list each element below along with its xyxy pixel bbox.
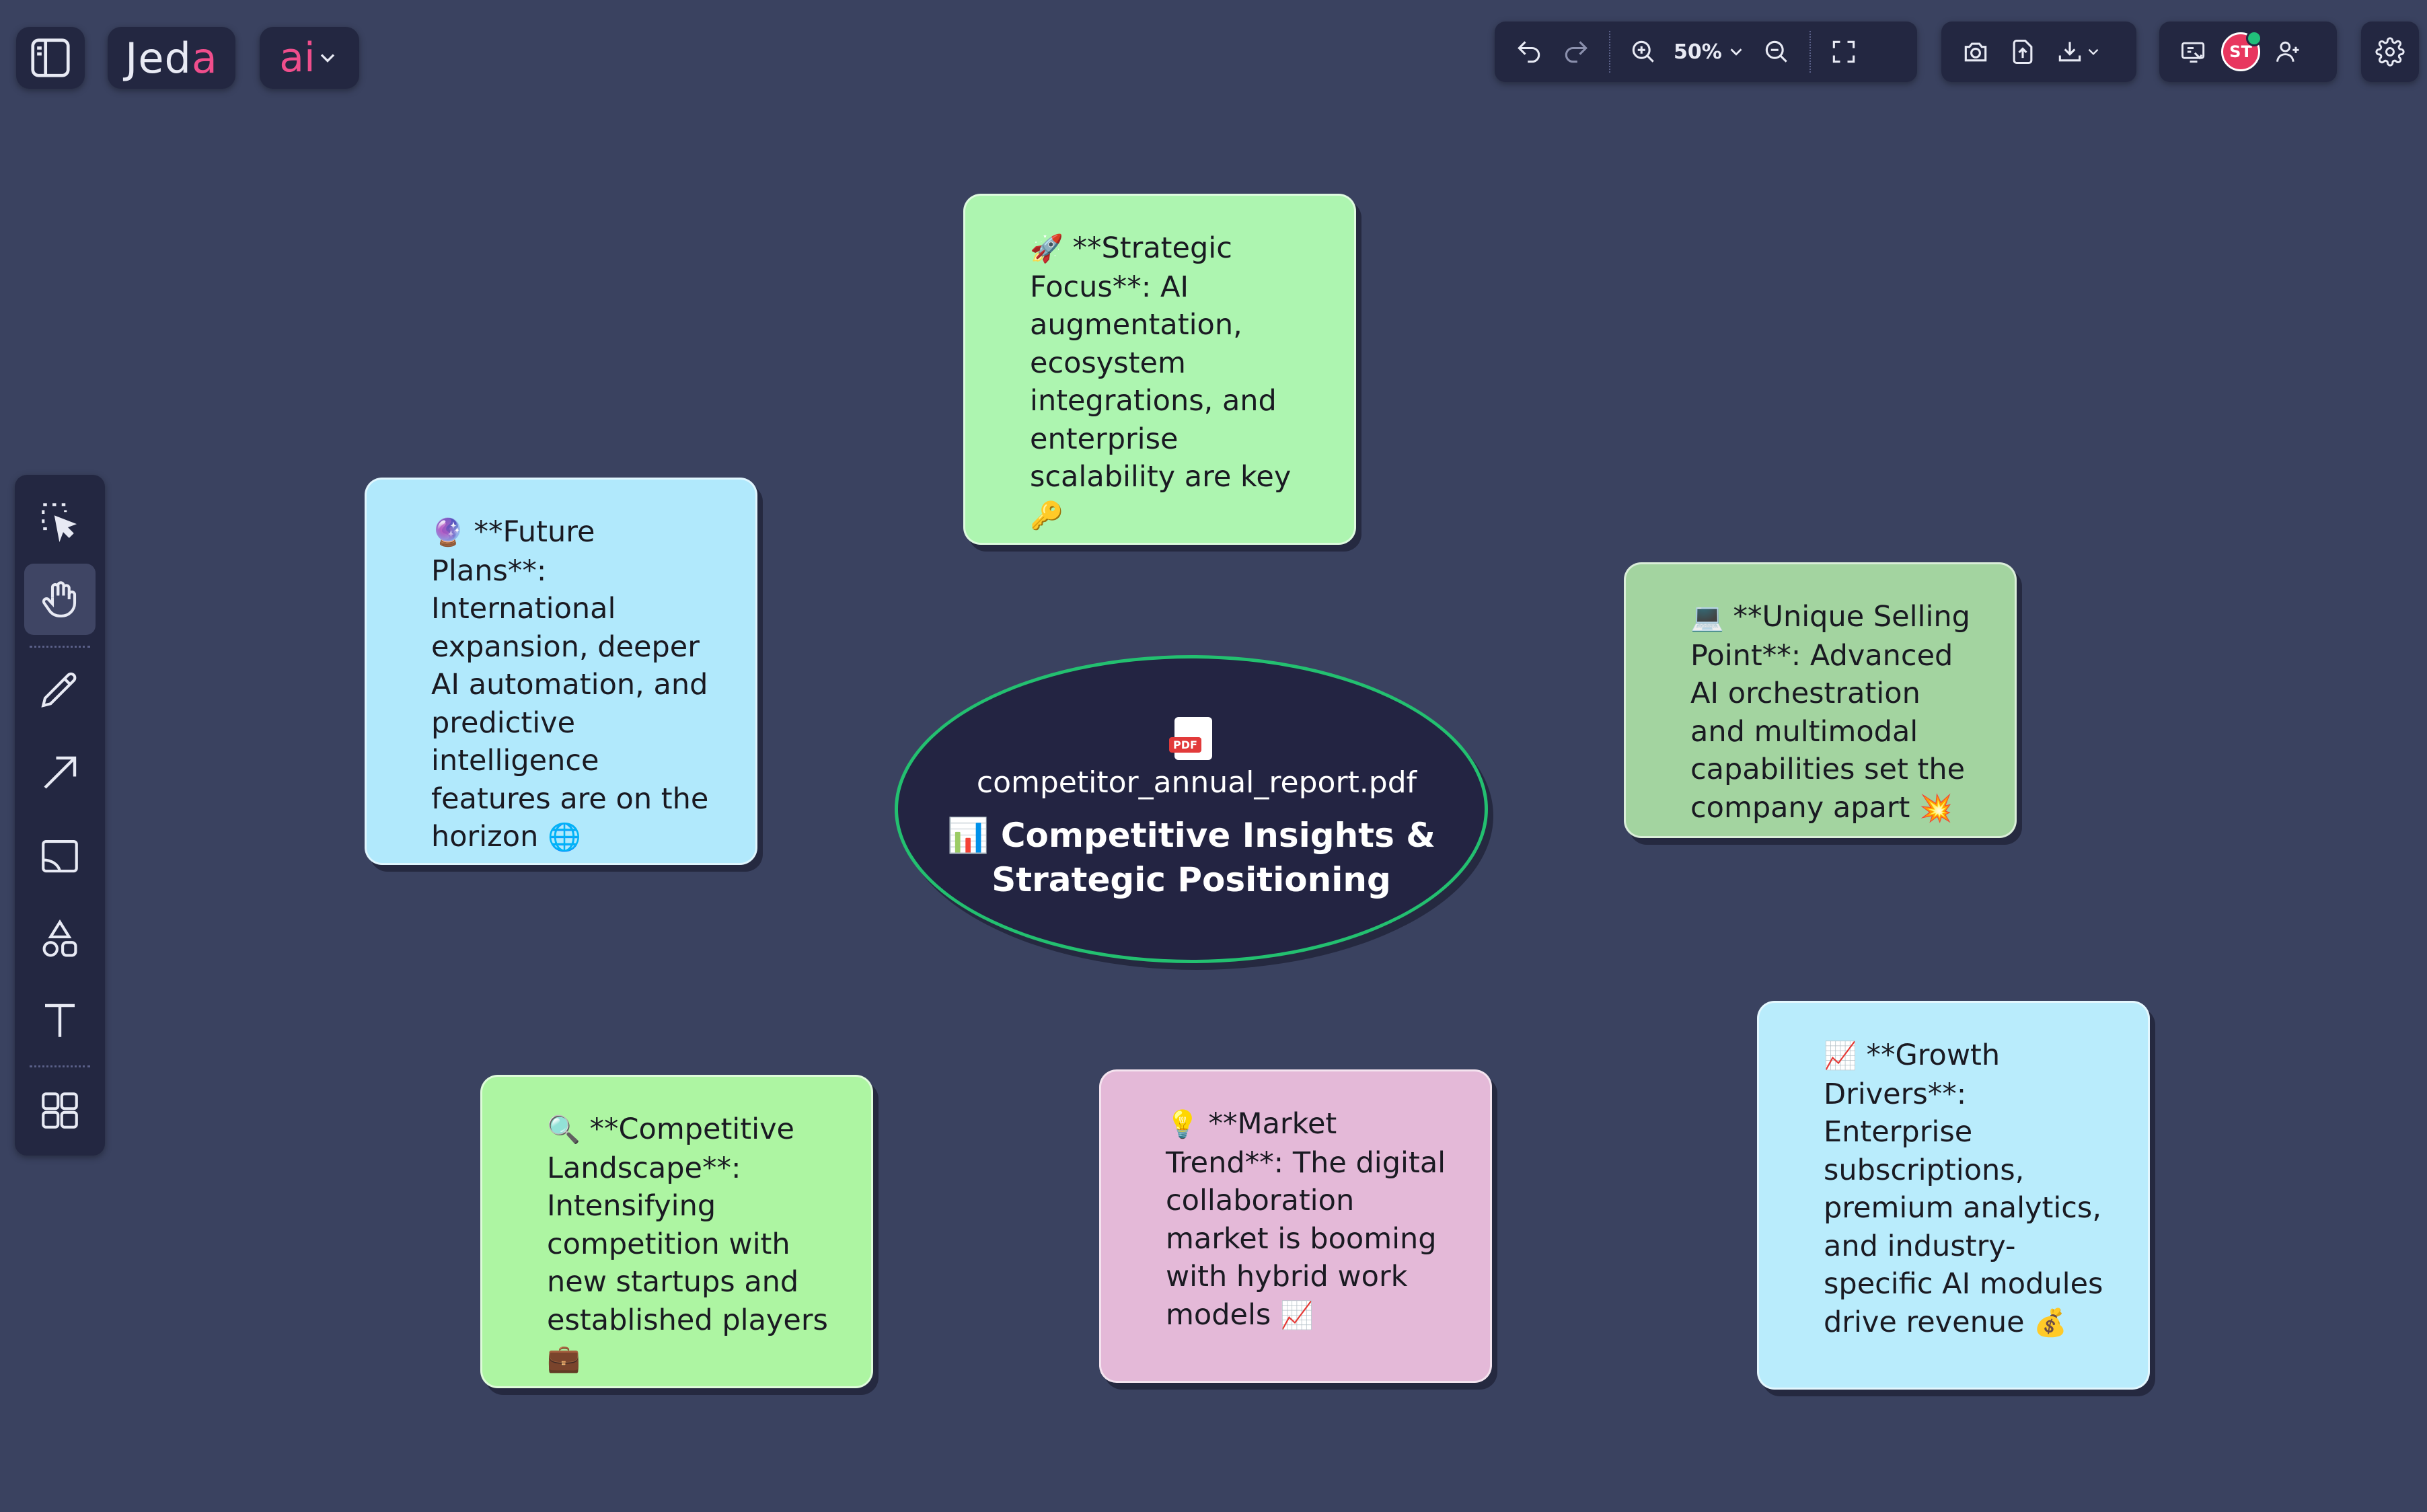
selection-cursor-icon <box>42 503 77 542</box>
mindmap-card-future-plans[interactable]: 🔮 **Future Plans**: International expans… <box>365 478 757 865</box>
mindmap-card-growth-drivers[interactable]: 📈 **Growth Drivers**: Enterprise subscri… <box>1757 1001 2150 1390</box>
chevron-down-icon <box>2088 48 2099 55</box>
upload-icon <box>2013 39 2033 65</box>
text-tool-button[interactable] <box>24 985 96 1056</box>
magnifier-icon: 🔍 <box>547 1114 581 1145</box>
chevron-down-icon <box>320 54 334 63</box>
source-file-name: competitor_annual_report.pdf <box>976 765 1417 800</box>
pan-tool-button[interactable] <box>24 564 96 635</box>
zoom-level: 50% <box>1674 40 1722 64</box>
mindmap-card-competitive-landscape[interactable]: 🔍 **Competitive Landscape**: Intensifyin… <box>480 1075 873 1388</box>
laptop-icon: 💻 <box>1690 602 1724 633</box>
grid-icon <box>42 1092 78 1129</box>
text-icon <box>45 1004 75 1037</box>
sidebar-icon <box>31 38 70 77</box>
undo-icon <box>1518 41 1540 63</box>
collaboration-toolbar: ST <box>2159 22 2337 82</box>
mindmap-central-node[interactable]: PDF competitor_annual_report.pdf 📊 Compe… <box>895 655 1488 963</box>
money-bag-icon: 💰 <box>2033 1307 2068 1338</box>
crystal-ball-icon: 🔮 <box>431 517 465 548</box>
mindmap-card-unique-selling-point[interactable]: 💻 **Unique Selling Point**: Advanced AI … <box>1624 562 2017 838</box>
hand-icon <box>42 581 77 617</box>
toolbar-divider <box>1809 31 1811 73</box>
user-avatar-button[interactable]: ST <box>2217 28 2264 75</box>
pencil-icon <box>41 672 77 708</box>
mindmap-card-market-trend[interactable]: 💡 **Market Trend**: The digital collabor… <box>1099 1069 1492 1383</box>
sidebar-toggle-button[interactable] <box>16 27 85 89</box>
logo-text: Jed a <box>125 33 218 83</box>
export-toolbar <box>1941 22 2136 82</box>
tool-rail <box>15 475 105 1156</box>
central-topic-title: 📊 Competitive Insights & Strategic Posit… <box>947 815 1435 899</box>
present-button[interactable] <box>2170 28 2217 75</box>
rail-divider <box>30 1065 90 1067</box>
chart-increasing-icon: 📈 <box>1279 1299 1314 1331</box>
image-tool-button[interactable] <box>24 821 96 892</box>
camera-icon <box>1964 42 1987 62</box>
key-icon: 🔑 <box>1030 500 1063 531</box>
templates-tool-button[interactable] <box>24 1075 96 1146</box>
history-zoom-toolbar: 50% <box>1495 22 1917 82</box>
settings-button[interactable] <box>2366 28 2414 75</box>
rocket-icon: 🚀 <box>1030 233 1063 264</box>
chevron-down-icon <box>1730 48 1742 56</box>
zoom-level-dropdown[interactable]: 50% <box>1667 40 1753 64</box>
add-user-icon <box>2276 41 2299 62</box>
settings-toolbar <box>2361 22 2419 82</box>
fullscreen-icon <box>1832 40 1855 63</box>
mindmap-card-strategic-focus[interactable]: 🚀 **Strategic Focus**: AI augmentation, … <box>963 194 1356 545</box>
zoom-out-button[interactable] <box>1753 28 1800 75</box>
briefcase-icon: 💼 <box>547 1343 581 1374</box>
arrow-tool-button[interactable] <box>24 737 96 808</box>
download-icon <box>2058 42 2081 62</box>
redo-button[interactable] <box>1553 28 1600 75</box>
shapes-icon <box>42 919 77 957</box>
arrow-icon <box>44 756 77 789</box>
redo-icon <box>1565 41 1588 63</box>
upload-button[interactable] <box>1999 28 2046 75</box>
image-icon <box>42 839 78 873</box>
fit-to-screen-button[interactable] <box>1820 28 1867 75</box>
pen-tool-button[interactable] <box>24 655 96 726</box>
gear-icon <box>2375 37 2405 67</box>
zoom-in-icon <box>1632 40 1654 63</box>
toolbar-divider <box>1609 31 1610 73</box>
screenshot-button[interactable] <box>1952 28 1999 75</box>
pdf-icon: PDF <box>1169 716 1212 760</box>
online-status-dot <box>2246 30 2262 46</box>
zoom-out-icon <box>1765 40 1787 63</box>
rail-divider <box>30 646 90 648</box>
shapes-tool-button[interactable] <box>24 904 96 975</box>
presentation-icon <box>2181 42 2205 63</box>
chart-increasing-icon: 📈 <box>1824 1041 1857 1071</box>
zoom-in-button[interactable] <box>1620 28 1667 75</box>
select-tool-button[interactable] <box>24 486 96 557</box>
undo-button[interactable] <box>1505 28 1553 75</box>
invite-user-button[interactable] <box>2264 28 2311 75</box>
collision-icon: 💥 <box>1919 792 1953 824</box>
avatar: ST <box>2221 30 2262 71</box>
ai-menu-button[interactable]: ai <box>260 27 359 89</box>
lightbulb-icon: 💡 <box>1166 1109 1199 1140</box>
ai-label: ai <box>279 34 315 81</box>
download-button[interactable] <box>2046 28 2111 75</box>
app-logo[interactable]: Jed a <box>108 27 235 89</box>
globe-icon: 🌐 <box>548 822 581 853</box>
